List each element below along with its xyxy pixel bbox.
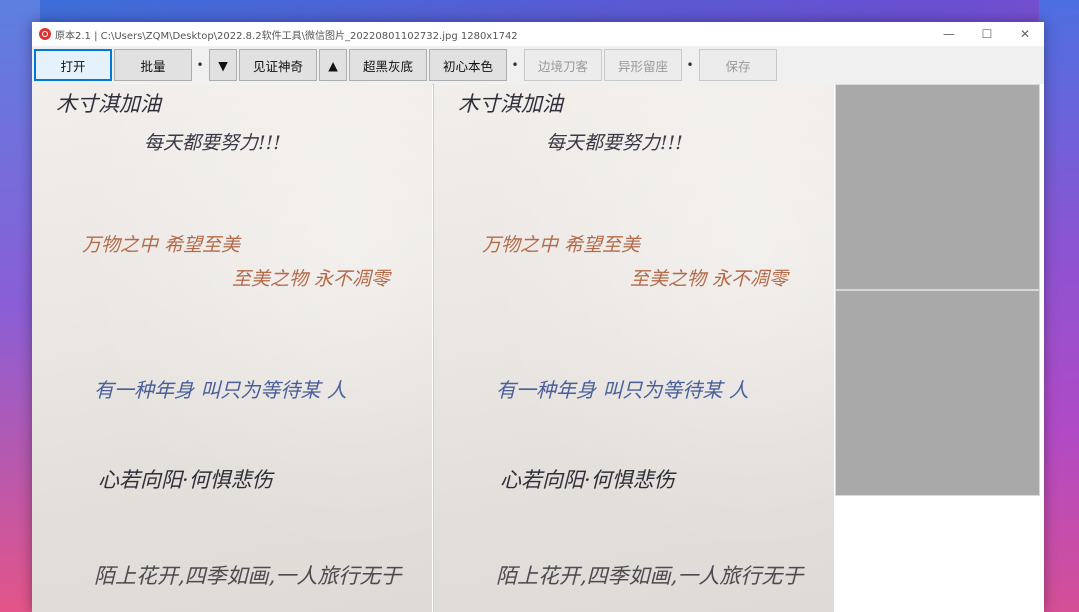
window-title: 原本2.1 | C:\Users\ZQM\Desktop\2022.8.2软件工…	[55, 30, 518, 42]
app-logo-icon	[39, 28, 51, 40]
close-button[interactable]: ✕	[1006, 22, 1044, 46]
handwriting-line: 有一种年身 叫只为等待某 人	[94, 378, 347, 402]
handwriting-line: 木寸淇加油	[56, 92, 161, 116]
save-button[interactable]: 保存	[699, 49, 777, 81]
original-color-button[interactable]: 初心本色	[429, 49, 507, 81]
thumbnail-preview[interactable]	[835, 290, 1040, 496]
increase-button[interactable]: ▲	[319, 49, 347, 81]
handwriting-line: 木寸淇加油	[458, 92, 563, 116]
paper-texture	[434, 84, 835, 612]
original-image-pane: 木寸淇加油 每天都要努力!!! 万物之中 希望至美 至美之物 永不凋零 有一种年…	[32, 84, 432, 612]
handwriting-line: 至美之物 永不凋零	[232, 268, 391, 290]
title-bar: 原本2.1 | C:\Users\ZQM\Desktop\2022.8.2软件工…	[32, 22, 1044, 46]
handwriting-line: 陌上花开,四季如画,一人旅行无于	[496, 564, 804, 588]
super-black-gray-button[interactable]: 超黑灰底	[349, 49, 427, 81]
minimize-button[interactable]: —	[930, 22, 968, 46]
edge-cutter-button[interactable]: 边境刀客	[524, 49, 602, 81]
decrease-button[interactable]: ▼	[209, 49, 237, 81]
maximize-button[interactable]: ☐	[968, 22, 1006, 46]
batch-button[interactable]: 批量	[114, 49, 192, 81]
app-window: 原本2.1 | C:\Users\ZQM\Desktop\2022.8.2软件工…	[32, 22, 1044, 612]
thumbnail-preview[interactable]	[835, 84, 1040, 290]
handwriting-line: 每天都要努力!!!	[546, 132, 683, 154]
odd-shape-seat-button[interactable]: 异形留座	[604, 49, 682, 81]
handwriting-line: 心若向阳·何惧悲伤	[500, 468, 675, 492]
handwriting-line: 有一种年身 叫只为等待某 人	[496, 378, 749, 402]
separator-dot: •	[196, 58, 204, 72]
desktop-wallpaper-right	[1039, 0, 1079, 612]
toolbar: 打开 批量 • ▼ 见证神奇 ▲ 超黑灰底 初心本色 • 边境刀客 异形留座 •…	[32, 46, 1044, 85]
window-controls: — ☐ ✕	[930, 22, 1044, 46]
workspace: 木寸淇加油 每天都要努力!!! 万物之中 希望至美 至美之物 永不凋零 有一种年…	[32, 84, 1044, 612]
separator-dot: •	[686, 58, 694, 72]
handwriting-line: 陌上花开,四季如画,一人旅行无于	[94, 564, 402, 588]
thumbnail-panel	[834, 84, 1044, 612]
open-button[interactable]: 打开	[34, 49, 112, 81]
separator-dot: •	[511, 58, 519, 72]
paper-texture	[32, 84, 432, 612]
processed-image-pane: 木寸淇加油 每天都要努力!!! 万物之中 希望至美 至美之物 永不凋零 有一种年…	[433, 84, 835, 612]
handwriting-line: 万物之中 希望至美	[82, 234, 241, 256]
witness-magic-button[interactable]: 见证神奇	[239, 49, 317, 81]
handwriting-line: 心若向阳·何惧悲伤	[98, 468, 273, 492]
handwriting-line: 万物之中 希望至美	[482, 234, 641, 256]
handwriting-line: 至美之物 永不凋零	[630, 268, 789, 290]
handwriting-line: 每天都要努力!!!	[144, 132, 281, 154]
